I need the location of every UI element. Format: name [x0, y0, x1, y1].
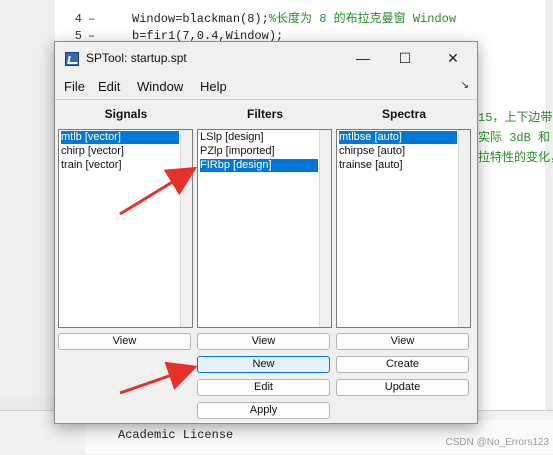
- minimize-button[interactable]: —: [343, 42, 383, 75]
- editor-scrollbar[interactable]: [545, 0, 553, 410]
- list-item[interactable]: FIRbp [design]: [200, 159, 318, 172]
- list-item[interactable]: train [vector]: [61, 159, 179, 172]
- matlab-app-icon: [65, 52, 79, 66]
- spectra-scrollbar[interactable]: [458, 130, 470, 327]
- window-title: SPTool: startup.spt: [86, 51, 187, 65]
- filters-edit-button[interactable]: Edit: [197, 379, 330, 396]
- spectra-update-button[interactable]: Update: [336, 379, 469, 396]
- line-marker: –: [88, 12, 96, 26]
- signals-listbox[interactable]: mtlb [vector] chirp [vector] train [vect…: [58, 129, 193, 328]
- menu-help[interactable]: Help: [200, 79, 227, 94]
- list-item[interactable]: chirp [vector]: [61, 145, 179, 158]
- filters-title: Filters: [246, 107, 283, 121]
- maximize-button[interactable]: ☐: [385, 42, 425, 75]
- list-item[interactable]: mtlbse [auto]: [339, 131, 457, 144]
- spectra-create-button[interactable]: Create: [336, 356, 469, 373]
- code-comment-fragment: 15，上下边带: [478, 111, 553, 125]
- license-text: Academic License: [118, 428, 234, 442]
- editor-gutter: [0, 0, 56, 410]
- signals-view-button[interactable]: View: [58, 333, 191, 350]
- menu-bar: File Edit Window Help ↘: [55, 75, 477, 100]
- filters-listbox[interactable]: LSlp [design] PZlp [imported] FIRbp [des…: [197, 129, 332, 328]
- filters-new-button[interactable]: New: [197, 356, 330, 373]
- code-comment-fragment: 拉特性的变化，: [478, 151, 553, 165]
- code-line-4: 4– Window=blackman(8);%长度为 8 的布拉克曼窗 Windo…: [60, 9, 456, 26]
- watermark: CSDN @No_Errors123: [445, 437, 549, 448]
- signals-title: Signals: [104, 107, 148, 121]
- menu-window[interactable]: Window: [137, 79, 183, 94]
- list-item[interactable]: trainse [auto]: [339, 159, 457, 172]
- spectra-listbox[interactable]: mtlbse [auto] chirpse [auto] trainse [au…: [336, 129, 471, 328]
- close-button[interactable]: ✕: [433, 42, 473, 75]
- left-panel-bar: [0, 396, 55, 410]
- list-item[interactable]: mtlb [vector]: [61, 131, 179, 144]
- filters-scrollbar[interactable]: [319, 130, 331, 327]
- spectra-view-button[interactable]: View: [336, 333, 469, 350]
- menu-file[interactable]: File: [64, 79, 85, 94]
- list-item[interactable]: PZlp [imported]: [200, 145, 318, 158]
- list-item[interactable]: chirpse [auto]: [339, 145, 457, 158]
- title-bar[interactable]: SPTool: startup.spt — ☐ ✕: [55, 42, 477, 75]
- code-text: Window=blackman(8);: [132, 12, 269, 26]
- filters-view-button[interactable]: View: [197, 333, 330, 350]
- spectra-title: Spectra: [381, 107, 427, 121]
- undock-arrow-icon[interactable]: ↘: [461, 80, 469, 91]
- signals-scrollbar[interactable]: [180, 130, 192, 327]
- list-item[interactable]: LSlp [design]: [200, 131, 318, 144]
- code-comment: %长度为 8 的布拉克曼窗 Window: [268, 12, 457, 26]
- line-number: 4: [74, 12, 82, 26]
- filters-apply-button[interactable]: Apply: [197, 402, 330, 419]
- sptool-window: SPTool: startup.spt — ☐ ✕ File Edit Wind…: [54, 41, 478, 424]
- code-comment-fragment: 实际 3dB 和: [478, 131, 551, 145]
- menu-edit[interactable]: Edit: [98, 79, 120, 94]
